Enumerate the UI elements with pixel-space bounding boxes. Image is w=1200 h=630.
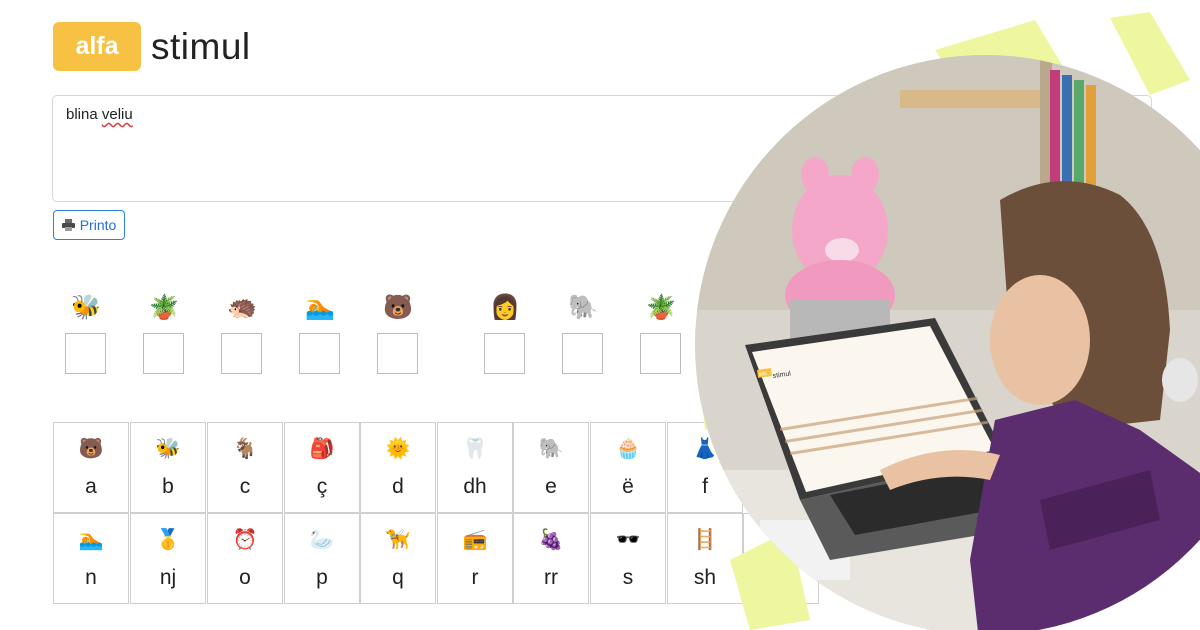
slot-emoji: 🦔	[227, 294, 257, 321]
cell-emoji: 🐘	[538, 438, 564, 460]
cell-emoji: 🧁	[615, 438, 641, 460]
slot-emoji: 🪴	[149, 294, 179, 321]
alphabet-cell[interactable]: 🌞 d	[360, 422, 436, 513]
cell-letter: r	[471, 566, 479, 589]
alphabet-cell[interactable]: 🍇 rr	[513, 513, 589, 604]
letter-slot[interactable]: 🏊	[299, 293, 341, 374]
brand: alfa stimul	[53, 22, 251, 71]
alphabet-cell[interactable]: 📻 r	[437, 513, 513, 604]
cell-emoji: 🦢	[309, 529, 335, 551]
alphabet-cell[interactable]: 🐝 b	[130, 422, 206, 513]
input-word-second: veliu	[101, 106, 133, 123]
cell-emoji: 🍇	[538, 529, 564, 551]
slot-box[interactable]	[484, 333, 525, 374]
cell-emoji: 🌞	[385, 438, 411, 460]
slot-box[interactable]	[640, 333, 681, 374]
logo[interactable]: alfa	[53, 22, 141, 71]
cell-letter: dh	[463, 475, 487, 498]
alphabet-cell[interactable]: 🦢 p	[284, 513, 360, 604]
alphabet-cell[interactable]: 🕶️ s	[590, 513, 666, 604]
cell-letter: rr	[544, 566, 558, 589]
cell-emoji: 🥇	[155, 529, 181, 551]
cell-emoji: 🏊	[78, 529, 104, 551]
letter-slot[interactable]: 🐝	[65, 293, 107, 374]
slot-emoji: 🪴	[646, 294, 676, 321]
laptop-screen-app-name: stimul	[772, 370, 792, 380]
letter-slot[interactable]: 🐻	[377, 293, 419, 374]
cell-letter: e	[545, 475, 557, 498]
slot-emoji: 🦔	[724, 294, 754, 321]
letter-slot[interactable]: 👩	[484, 293, 526, 374]
alphabet-cell[interactable]: 🧁 ë	[590, 422, 666, 513]
slot-box[interactable]	[377, 333, 418, 374]
cell-emoji: 🐐	[232, 438, 258, 460]
cell-emoji: 👗	[692, 438, 718, 460]
cell-letter: q	[392, 566, 404, 589]
cell-letter: sh	[693, 566, 717, 589]
slot-emoji: 🐘	[568, 294, 598, 321]
app-name: stimul	[151, 25, 251, 67]
letter-slot[interactable]: 🪴	[143, 293, 185, 374]
printer-icon	[61, 219, 75, 231]
cell-letter: f	[702, 475, 708, 498]
alphabet-cell[interactable]: 🦮 q	[360, 513, 436, 604]
cell-letter: ë	[622, 475, 634, 498]
letter-slot[interactable]: 🦔	[221, 293, 263, 374]
print-button[interactable]: Printo	[53, 210, 125, 240]
alphabet-cell[interactable]: ⏰ o	[207, 513, 283, 604]
cell-letter: s	[622, 566, 634, 589]
slot-box[interactable]	[221, 333, 262, 374]
alphabet-cell[interactable]: 🪜 sh	[667, 513, 743, 604]
alphabet-cell[interactable]: 🐻 a	[53, 422, 129, 513]
letter-slot[interactable]: 🐘	[562, 293, 604, 374]
slot-emoji: 🐻	[383, 294, 413, 321]
slot-box[interactable]	[718, 333, 759, 374]
cell-letter: n	[85, 566, 97, 589]
cell-emoji: 🦮	[385, 529, 411, 551]
name-textarea[interactable]: blina veliu	[52, 95, 1152, 202]
alphabet-cell[interactable]: t	[743, 513, 819, 604]
cell-emoji: 🎒	[309, 438, 335, 460]
cell-letter: ç	[316, 475, 328, 498]
cell-letter: o	[239, 566, 251, 589]
cell-emoji: 🐻	[78, 438, 104, 460]
slot-emoji: 🐝	[71, 294, 101, 321]
slot-emoji: 🏊	[305, 294, 335, 321]
cell-emoji: 🕶️	[615, 529, 641, 551]
alphabet-cell[interactable]: 🏊 n	[53, 513, 129, 604]
cell-letter: d	[392, 475, 404, 498]
logo-text: alfa	[75, 32, 119, 60]
cell-letter: nj	[159, 566, 177, 589]
slot-box[interactable]	[65, 333, 106, 374]
cell-letter: a	[85, 475, 97, 498]
alphabet-cell[interactable]: 🐐 c	[207, 422, 283, 513]
slot-box[interactable]	[143, 333, 184, 374]
cell-letter: b	[162, 475, 174, 498]
alphabet-cell[interactable]: 🥇 nj	[130, 513, 206, 604]
cell-letter: c	[239, 475, 251, 498]
cell-letter: t	[778, 566, 784, 589]
cell-emoji	[744, 528, 818, 552]
input-word-first: blina	[66, 106, 98, 123]
print-button-label: Printo	[79, 217, 117, 233]
letter-slot[interactable]: 🦔	[718, 293, 760, 374]
cell-emoji: 🦷	[462, 438, 488, 460]
alphabet-cell[interactable]: 🐘 e	[513, 422, 589, 513]
alphabet-cell[interactable]: 👗 f	[667, 422, 743, 513]
alphabet-cell[interactable]: 🦷 dh	[437, 422, 513, 513]
letter-slot[interactable]: 🪴	[640, 293, 682, 374]
cell-emoji: 📻	[462, 529, 488, 551]
alphabet-cell[interactable]: 🎒 ç	[284, 422, 360, 513]
cell-emoji: 🐝	[155, 438, 181, 460]
cell-letter: p	[316, 566, 328, 589]
slot-box[interactable]	[299, 333, 340, 374]
cell-emoji: 🪜	[692, 529, 718, 551]
slot-box[interactable]	[562, 333, 603, 374]
slot-emoji: 👩	[490, 294, 520, 321]
cell-emoji: ⏰	[232, 529, 258, 551]
